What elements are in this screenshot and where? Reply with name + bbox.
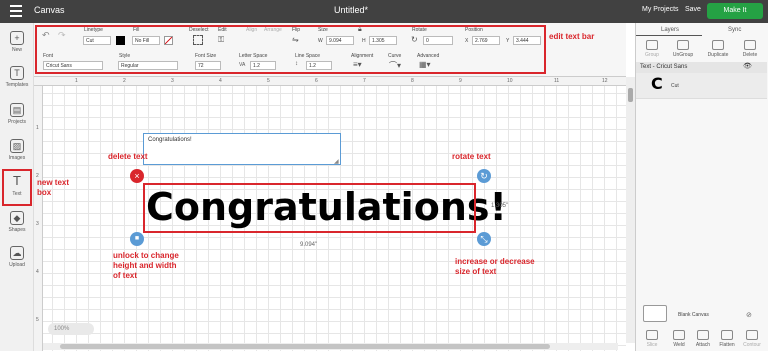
sidebar-item-templates[interactable]: T Templates	[0, 66, 34, 88]
annotation-edit-text-bar: edit text bar	[549, 32, 595, 41]
blank-canvas-swatch[interactable]	[643, 305, 667, 322]
zoom-control[interactable]: 100%	[48, 323, 94, 335]
shirt-icon: T	[10, 66, 24, 80]
contour-label: Contour	[743, 342, 761, 348]
duplicate-label: Duplicate	[707, 52, 729, 58]
ruler-tick: 1	[36, 125, 39, 131]
ruler-tick: 5	[36, 317, 39, 323]
duplicate-button[interactable]: Duplicate	[703, 40, 733, 58]
text-tool-highlight	[2, 169, 32, 206]
toolbar-highlight	[35, 25, 546, 74]
annotation-delete-text: delete text	[108, 152, 148, 161]
plus-icon: +	[10, 31, 24, 45]
delete-handle-icon[interactable]: ×	[130, 169, 144, 183]
ruler-tick: 12	[602, 78, 608, 84]
ruler-tick: 3	[36, 221, 39, 227]
text-edit-box[interactable]: Congratulations!	[143, 133, 341, 165]
contour-button[interactable]: Contour	[737, 330, 767, 348]
ruler-tick: 9	[459, 78, 462, 84]
ungroup-icon	[677, 40, 689, 50]
height-dimension: 1.305"	[491, 203, 509, 209]
group-button[interactable]: Group	[637, 40, 667, 58]
sidebar-item-images[interactable]: ▨ Images	[0, 139, 34, 161]
ruler-tick: 7	[363, 78, 366, 84]
slice-icon	[646, 330, 658, 340]
delete-button[interactable]: Delete	[735, 40, 765, 58]
layer-thumbnail: C	[651, 74, 663, 93]
image-icon: ▨	[10, 139, 24, 153]
slice-button[interactable]: Slice	[637, 330, 667, 348]
resize-handle-icon[interactable]: ⤡	[477, 232, 491, 246]
annotation-rotate-text: rotate text	[452, 152, 491, 161]
save-button[interactable]: Save	[685, 6, 701, 13]
projects-icon: ▤	[10, 103, 24, 117]
trash-icon	[744, 40, 756, 50]
contour-icon	[746, 330, 758, 340]
rotate-handle-icon[interactable]: ↻	[477, 169, 491, 183]
width-dimension: 9.094"	[300, 242, 318, 248]
app: Canvas Untitled* My Projects Save Make I…	[0, 0, 768, 351]
sidebar-item-label: Upload	[9, 262, 25, 268]
duplicate-icon	[712, 40, 724, 50]
ruler-tick: 10	[507, 78, 513, 84]
app-title: Canvas	[34, 5, 65, 15]
tab-sync[interactable]: Sync	[728, 27, 741, 33]
make-it-button[interactable]: Make It	[707, 3, 763, 19]
sidebar-item-upload[interactable]: ☁ Upload	[0, 246, 34, 268]
attach-icon	[697, 330, 709, 340]
annotation-unlock: unlock to change height and width of tex…	[113, 251, 179, 280]
ruler-tick: 4	[36, 269, 39, 275]
blank-canvas-label: Blank Canvas	[678, 312, 709, 318]
delete-label: Delete	[742, 52, 758, 58]
layer-item-label: Cut	[671, 83, 679, 89]
ruler-tick: 2	[123, 78, 126, 84]
vertical-scroll-thumb[interactable]	[628, 88, 633, 102]
ungroup-label: UnGroup	[672, 52, 694, 58]
active-tab-underline	[636, 35, 702, 36]
document-title: Untitled*	[334, 5, 369, 15]
tab-layers[interactable]: Layers	[661, 27, 679, 33]
ruler-tick: 11	[554, 78, 560, 84]
group-icon	[646, 40, 658, 50]
sidebar-item-label: Shapes	[8, 227, 26, 233]
annotation-increase-size: increase or decrease size of text	[455, 257, 535, 276]
sidebar-item-new[interactable]: + New	[0, 31, 34, 53]
ruler-left: 1 2 3 4 5	[34, 86, 43, 351]
annotation-new-text-box: new text box	[37, 178, 70, 197]
layer-title: Text - Cricut Sans	[640, 64, 688, 70]
ruler-tick: 3	[171, 78, 174, 84]
ungroup-button[interactable]: UnGroup	[668, 40, 698, 58]
weld-label: Weld	[673, 342, 685, 348]
sidebar-item-label: Images	[8, 155, 26, 161]
sidebar-item-shapes[interactable]: ◆ Shapes	[0, 211, 34, 233]
sidebar-item-label: Templates	[5, 82, 29, 88]
shapes-icon: ◆	[10, 211, 24, 225]
eye-icon[interactable]: 👁︎	[743, 62, 752, 70]
hide-icon[interactable]: ⊘	[746, 311, 752, 319]
group-label: Group	[645, 52, 659, 58]
attach-label: Attach	[695, 342, 711, 348]
resize-grip-icon[interactable]: ◢	[334, 158, 339, 165]
sidebar-item-label: New	[11, 47, 22, 53]
selection-highlight	[143, 183, 476, 233]
ruler-tick: 5	[267, 78, 270, 84]
my-projects-link[interactable]: My Projects	[642, 6, 679, 13]
sidebar-item-label: Projects	[7, 119, 27, 125]
horizontal-scroll-thumb[interactable]	[60, 344, 550, 349]
upload-icon: ☁	[10, 246, 24, 260]
lock-handle-icon[interactable]: ■	[130, 232, 144, 246]
ruler-tick: 4	[219, 78, 222, 84]
hamburger-menu-icon[interactable]	[10, 5, 22, 17]
flatten-label: Flatten	[719, 342, 735, 348]
ruler-tick: 6	[315, 78, 318, 84]
sidebar-item-projects[interactable]: ▤ Projects	[0, 103, 34, 125]
ruler-tick: 1	[75, 78, 78, 84]
vertical-scrollbar[interactable]	[626, 77, 635, 343]
flatten-icon	[721, 330, 733, 340]
slice-label: Slice	[646, 342, 658, 348]
ruler-tick: 8	[411, 78, 414, 84]
ruler-top: 1 2 3 4 5 6 7 8 9 10 11 12	[34, 77, 626, 86]
weld-icon	[673, 330, 685, 340]
